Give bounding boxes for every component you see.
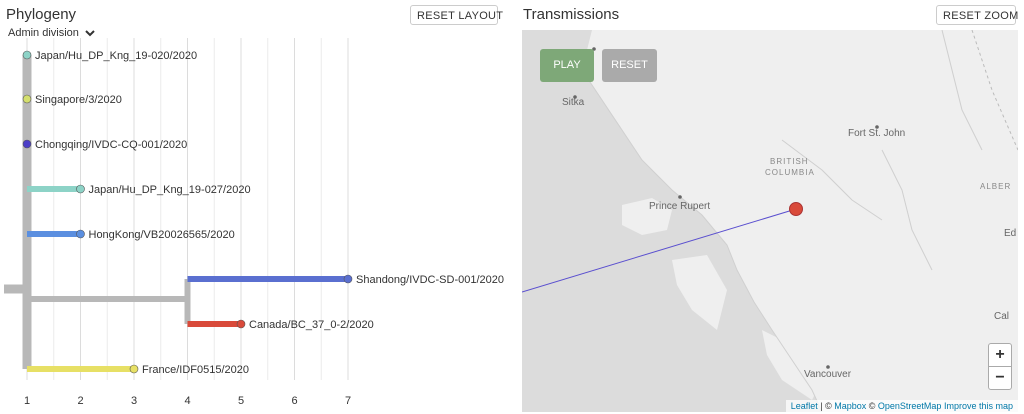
axis-tick-label: 6 [291, 395, 297, 407]
zoom-in-button[interactable]: + [988, 343, 1012, 367]
tip-node [343, 274, 353, 284]
tip-node [236, 319, 246, 329]
place-prince-rupert: Prince Rupert [649, 201, 711, 212]
region-label-alberta: ALBER [980, 182, 1012, 191]
map-basemap [522, 30, 1018, 412]
tip-node [22, 94, 32, 104]
tip-label: Singapore/3/2020 [35, 94, 122, 106]
reset-animation-button[interactable]: RESET [602, 49, 657, 82]
reset-zoom-button[interactable]: RESET ZOOM [936, 5, 1018, 25]
zoom-out-button[interactable]: − [988, 366, 1012, 390]
tip-label: Chongqing/IVDC-CQ-001/2020 [35, 139, 187, 151]
attribution-sep: | © [817, 401, 835, 411]
transmissions-map[interactable]: Sitka Fort St. John Prince Rupert Vancou… [522, 30, 1018, 412]
place-edmonton-partial: Ed [1004, 228, 1017, 239]
region-label-columbia: COLUMBIA [765, 168, 815, 177]
mapbox-link[interactable]: Mapbox [834, 401, 866, 411]
tip-label: HongKong/VB20026565/2020 [89, 229, 235, 241]
place-vancouver: Vancouver [804, 369, 852, 380]
play-button[interactable]: PLAY [540, 49, 594, 82]
axis-tick-label: 3 [131, 395, 137, 407]
tip-label: Japan/Hu_DP_Kng_19-020/2020 [35, 50, 197, 62]
city-dot [678, 195, 682, 199]
tip-label: Shandong/IVDC-SD-001/2020 [356, 274, 504, 286]
axis-tick-label: 7 [345, 395, 351, 407]
place-fort-st-john: Fort St. John [848, 128, 906, 139]
leaflet-link[interactable]: Leaflet [791, 401, 818, 411]
axis-tick-label: 2 [77, 395, 83, 407]
chevron-down-icon [85, 30, 95, 37]
openstreetmap-link[interactable]: OpenStreetMap [878, 401, 942, 411]
improve-map-link[interactable]: Improve this map [944, 401, 1013, 411]
canada-location-marker [789, 202, 803, 216]
reset-layout-button[interactable]: RESET LAYOUT [410, 5, 503, 25]
phylogeny-tree[interactable]: 1 2 3 4 5 6 7 Japan/Hu_DP_Kng_19-020/2020 Singap… [0, 38, 520, 414]
transmissions-title: Transmissions [523, 6, 620, 23]
axis-tick-label: 5 [238, 395, 244, 407]
attribution-sep: © [866, 401, 878, 411]
place-calgary-partial: Cal [994, 311, 1010, 322]
tip-node [22, 139, 32, 149]
tip-label: France/IDF0515/2020 [142, 364, 249, 376]
tip-label: Canada/BC_37_0-2/2020 [249, 319, 374, 331]
region-label-british: BRITISH [770, 157, 809, 166]
tip-node [76, 229, 85, 239]
place-sitka: Sitka [562, 97, 585, 108]
tip-node [76, 184, 85, 194]
map-attribution: Leaflet | © Mapbox © OpenStreetMap Impro… [785, 400, 1018, 412]
tip-node [129, 364, 139, 374]
tip-label: Japan/Hu_DP_Kng_19-027/2020 [89, 184, 251, 196]
tip-node [22, 50, 32, 60]
phylogeny-title: Phylogeny [6, 6, 77, 23]
axis-tick-label: 4 [184, 395, 190, 407]
axis-tick-label: 1 [24, 395, 30, 407]
